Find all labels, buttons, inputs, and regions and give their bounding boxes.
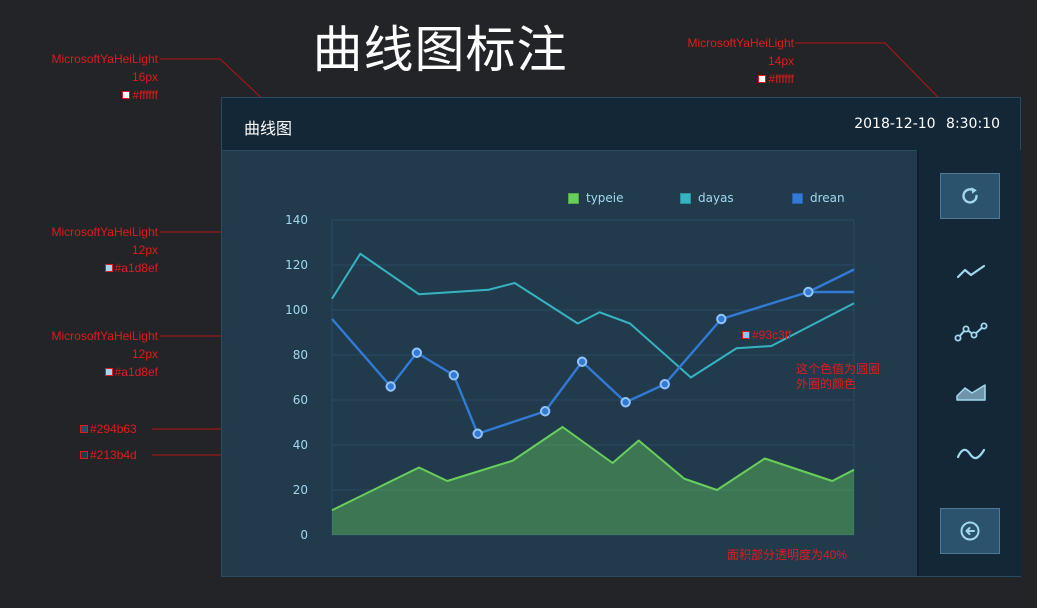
legend-swatch (568, 192, 579, 204)
data-point-marker (448, 370, 460, 381)
smooth-curve-icon (956, 448, 986, 460)
refresh-button[interactable] (940, 173, 1000, 219)
line-chart-icon (957, 264, 985, 279)
data-point-marker (716, 313, 727, 325)
data-point-marker (620, 397, 631, 408)
line-chart-button[interactable] (953, 260, 989, 284)
data-point-marker (385, 381, 396, 392)
legend-item-typeie[interactable]: typeie (568, 190, 624, 206)
panel-title: 曲线图 (244, 119, 293, 138)
annotation-time-font: MicrosoftYaHeiLight 14px #ffffff (687, 36, 795, 86)
chart-type-sidebar (917, 150, 1022, 576)
y-tick-label: 120 (285, 258, 308, 272)
legend-swatch (792, 192, 803, 204)
y-tick-label: 100 (285, 303, 308, 317)
area-chart-icon (956, 384, 986, 401)
data-point-marker (411, 347, 423, 358)
refresh-icon (962, 187, 978, 204)
annotation-axis-color: #294b63 (80, 420, 137, 438)
data-point-marker (576, 356, 588, 367)
series-line-drean (331, 290, 854, 435)
legend-label: dayas (698, 191, 734, 205)
page-title: 曲线图标注 (312, 21, 568, 79)
smooth-curve-button[interactable] (953, 442, 989, 466)
data-point-marker (659, 379, 670, 390)
series-line-dayas (331, 252, 855, 379)
line-chart: 0 20 40 60 80 100 120 140 (285, 213, 855, 542)
legend-label: typeie (586, 191, 624, 205)
legend-label: drean (810, 191, 845, 205)
annotation-legend-font: MicrosoftYaHeiLight 12px #a1d8ef (51, 225, 159, 275)
y-tick-label: 140 (285, 213, 308, 227)
series-area-typeie (332, 427, 854, 535)
y-tick-label: 0 (300, 528, 308, 542)
annotation-axis-font: MicrosoftYaHeiLight 12px #a1d8ef (51, 329, 159, 379)
annotation-area-note: 面积部分透明度为40% (727, 548, 848, 562)
annotation-marker-color: #93c3ff (742, 326, 791, 344)
area-chart-button[interactable] (953, 380, 989, 404)
point-line-chart-icon (954, 322, 988, 342)
annotation-bg-color: #213b4d (80, 446, 137, 464)
y-tick-label: 60 (293, 393, 308, 407)
y-tick-label: 20 (293, 483, 308, 497)
legend-item-drean[interactable]: drean (792, 190, 845, 206)
back-icon (960, 521, 980, 541)
annotation-marker-note: 这个色值为圆圈外圈的颜色 (796, 362, 881, 391)
panel-header: 曲线图 2018-12-10 8:30:10 (222, 98, 1020, 151)
panel-datetime: 2018-12-10 8:30:10 (854, 116, 1000, 132)
point-line-chart-button[interactable] (953, 320, 989, 344)
legend-item-dayas[interactable]: dayas (680, 190, 734, 206)
y-tick-label: 40 (293, 438, 308, 452)
chart-panel: 曲线图 2018-12-10 8:30:10 typeie dayas drea… (221, 97, 1022, 577)
annotation-title-font: MicrosoftYaHeiLight 16px #ffffff (51, 52, 159, 102)
data-point-marker (539, 406, 551, 417)
series-line-drean-tail (807, 268, 855, 294)
back-button[interactable] (940, 508, 1000, 554)
data-point-marker (472, 428, 483, 439)
y-tick-label: 80 (293, 348, 308, 362)
legend-swatch (680, 192, 691, 204)
data-point-marker (803, 286, 814, 298)
